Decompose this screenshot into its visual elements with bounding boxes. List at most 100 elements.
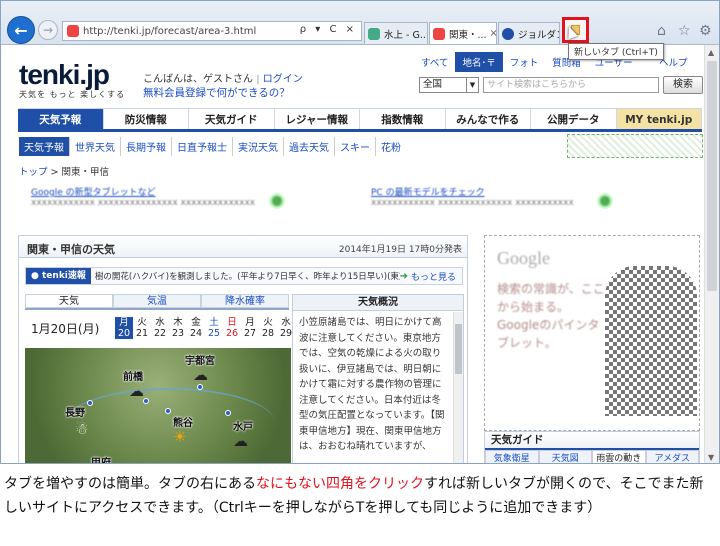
nav-my-tenki[interactable]: MY tenki.jp [616,109,702,129]
scope-tab-photo[interactable]: フォト [503,52,546,72]
region-select-value: 全国 [423,79,443,90]
ad-choice-icon[interactable] [597,193,613,209]
star-icon[interactable]: ☆ [678,23,691,39]
subnav-world[interactable]: 世界天気 [70,137,121,156]
subnav-forecaster[interactable]: 日直予報士 [172,137,233,156]
subnav-past[interactable]: 過去天気 [284,137,335,156]
scroll-up-icon[interactable]: ▲ [708,48,714,57]
day-cell[interactable]: 月 20 [115,317,133,339]
nav-leisure[interactable]: レジャー情報 [275,109,360,129]
day-cell[interactable]: 金 24 [187,317,205,339]
day-cell[interactable]: 日 26 [223,317,241,339]
promo-banner[interactable] [567,134,703,158]
gear-icon[interactable]: ⚙ [699,23,712,39]
nav-disaster[interactable]: 防災情報 [104,109,189,129]
subnav-pollen[interactable]: 花粉 [376,137,406,156]
map-city-kofu[interactable]: 甲府 [91,454,111,463]
address-bar[interactable]: http://tenki.jp/forecast/area-3.html ρ ▾… [62,21,362,41]
register-link[interactable]: 無料会員登録で何ができるの？ [143,85,290,100]
site-search-input[interactable]: サイト検索はこちらから [483,77,659,93]
day-date: 24 [189,328,203,339]
map-point [197,384,203,390]
tab-temperature[interactable]: 気温 [113,294,201,308]
ad-title[interactable]: PC の最新モデルをチェック [371,185,591,198]
day-cell[interactable]: 火 21 [133,317,151,339]
ad-title[interactable]: Google の新型タブレットなど [31,185,261,198]
ad-text: 検索の常識が、ここから始まる。Googleのパインタブレット。 [497,282,605,350]
web-page: tenki.jp 天気を もっと 楽しくする こんばんは、ゲストさん | ログイ… [1,45,705,463]
day-cell[interactable]: 木 23 [169,317,187,339]
forecast-map-tabs: 天気 気温 降水確率 [25,294,289,310]
day-cell[interactable]: 火 28 [259,317,277,339]
nav-community[interactable]: みんなで作る [446,109,531,129]
display-ad[interactable]: Google 検索の常識が、ここから始まる。Googleのパインタブレット。 [484,235,700,431]
text-ad[interactable]: PC の最新モデルをチェック xxxxxxxxxxxx xxxxxxxxxxxx… [371,185,591,221]
map-city-nagano[interactable]: 長野 [65,404,85,419]
back-button[interactable]: ← [7,16,35,44]
map-city-kumagaya[interactable]: 熊谷 [173,414,193,429]
page-scrollbar-thumb[interactable] [707,61,717,291]
map-city-utsunomiya[interactable]: 宇都宮 [185,352,215,367]
map-city-mito[interactable]: 水戸 [233,418,253,433]
search-button[interactable]: 検索 [663,76,703,94]
weather-guide-title: 天気ガイド [485,432,699,450]
forecast-panel: 関東・甲信の天気 2014年1月19日 17時0分発表 ● tenki速報 樹の… [18,235,468,463]
day-weekday: 火 [137,317,147,328]
overview-scrollbar-thumb[interactable] [455,324,462,374]
address-url: http://tenki.jp/forecast/area-3.html [83,25,257,37]
subnav-long-range[interactable]: 長期予報 [121,137,172,156]
day-weekday: 金 [191,317,201,328]
nav-guide[interactable]: 天気ガイド [189,109,275,129]
text-ad[interactable]: Google の新型タブレットなど xxxxxxxxxxxx xxxxxxxxx… [31,185,261,221]
flash-more-link[interactable]: もっと見る [411,270,456,283]
day-date: 25 [207,328,221,339]
cloud-icon: ☁ [233,432,248,450]
day-cell[interactable]: 土 25 [205,317,223,339]
weather-guide-tabs: 気象衛星 天気図 雨雲の動き アメダス [485,450,699,463]
day-cell[interactable]: 月 27 [241,317,259,339]
nav-index[interactable]: 指数情報 [360,109,446,129]
guide-tab-satellite[interactable]: 気象衛星 [485,450,539,463]
tab-close-icon[interactable]: × [487,28,496,39]
nav-data[interactable]: 公開データ [531,109,617,129]
browser-tab[interactable]: ジョルダン... × [498,22,560,44]
region-select[interactable]: 全国 ▼ [419,77,479,93]
breadcrumb: トップ > 関東・甲信 [19,164,109,178]
cloud-icon: ☁ [193,366,208,384]
page-scrollbar[interactable]: ▲ ▼ [704,45,719,463]
overview-panel: 天気概況 小笠原諸島では、明日にかけて高波に注意してください。東京地方では、空気… [292,294,464,463]
nav-forecast[interactable]: 天気予報 [18,109,104,129]
guide-tab-chart[interactable]: 天気図 [538,450,592,463]
address-controls[interactable]: ρ ▾ C × [300,24,357,35]
browser-tab[interactable]: 水上 - G... × [364,22,428,44]
scroll-down-icon[interactable]: ▼ [708,453,714,462]
guide-tab-radar[interactable]: 雨雲の動き [592,450,646,463]
subnav-observed[interactable]: 実況天気 [233,137,284,156]
day-date: 23 [171,328,185,339]
snowman-icon: ☃ [75,420,89,438]
forward-button[interactable]: → [38,20,58,40]
scope-tab-all[interactable]: すべて [414,52,455,72]
subnav-forecast[interactable]: 天気予報 [19,137,70,156]
home-icon[interactable]: ⌂ [657,23,666,39]
forecast-map[interactable]: 宇都宮 ☁ 前橋 ☁ 長野 ☃ 熊谷 ☀ 水戸 ☁ 甲府 [25,348,291,463]
breadcrumb-top[interactable]: トップ [19,167,48,178]
ad-choice-icon[interactable] [269,193,285,209]
cloud-icon: ☁ [129,382,144,400]
overview-scrollbar[interactable] [453,312,463,463]
guide-tab-amedas[interactable]: アメダス [645,450,699,463]
map-city-maebashi[interactable]: 前橋 [123,368,143,383]
scope-tab-place[interactable]: 地名･〒 [455,52,503,72]
login-link[interactable]: ログイン [263,74,303,85]
arrow-left-icon: ← [14,20,28,40]
flash-text[interactable]: 樹の開花(ハクバイ)を観測しました。(平年より7日早く、昨年より15日早い)(東… [95,270,400,282]
subnav-ski[interactable]: スキー [335,137,376,156]
caption: タブを増やすのは簡単。タブの右にあるなにもない四角をクリックすれば新しいタブが開… [4,472,716,520]
tab-weather[interactable]: 天気 [25,294,113,308]
day-cell[interactable]: 水 22 [151,317,169,339]
site-favicon-icon [67,25,79,37]
tab-precipitation[interactable]: 降水確率 [201,294,289,308]
sun-icon: ☀ [173,428,187,446]
site-logo[interactable]: tenki.jp [19,59,110,91]
browser-tab-active[interactable]: 関東・... × [429,22,497,44]
